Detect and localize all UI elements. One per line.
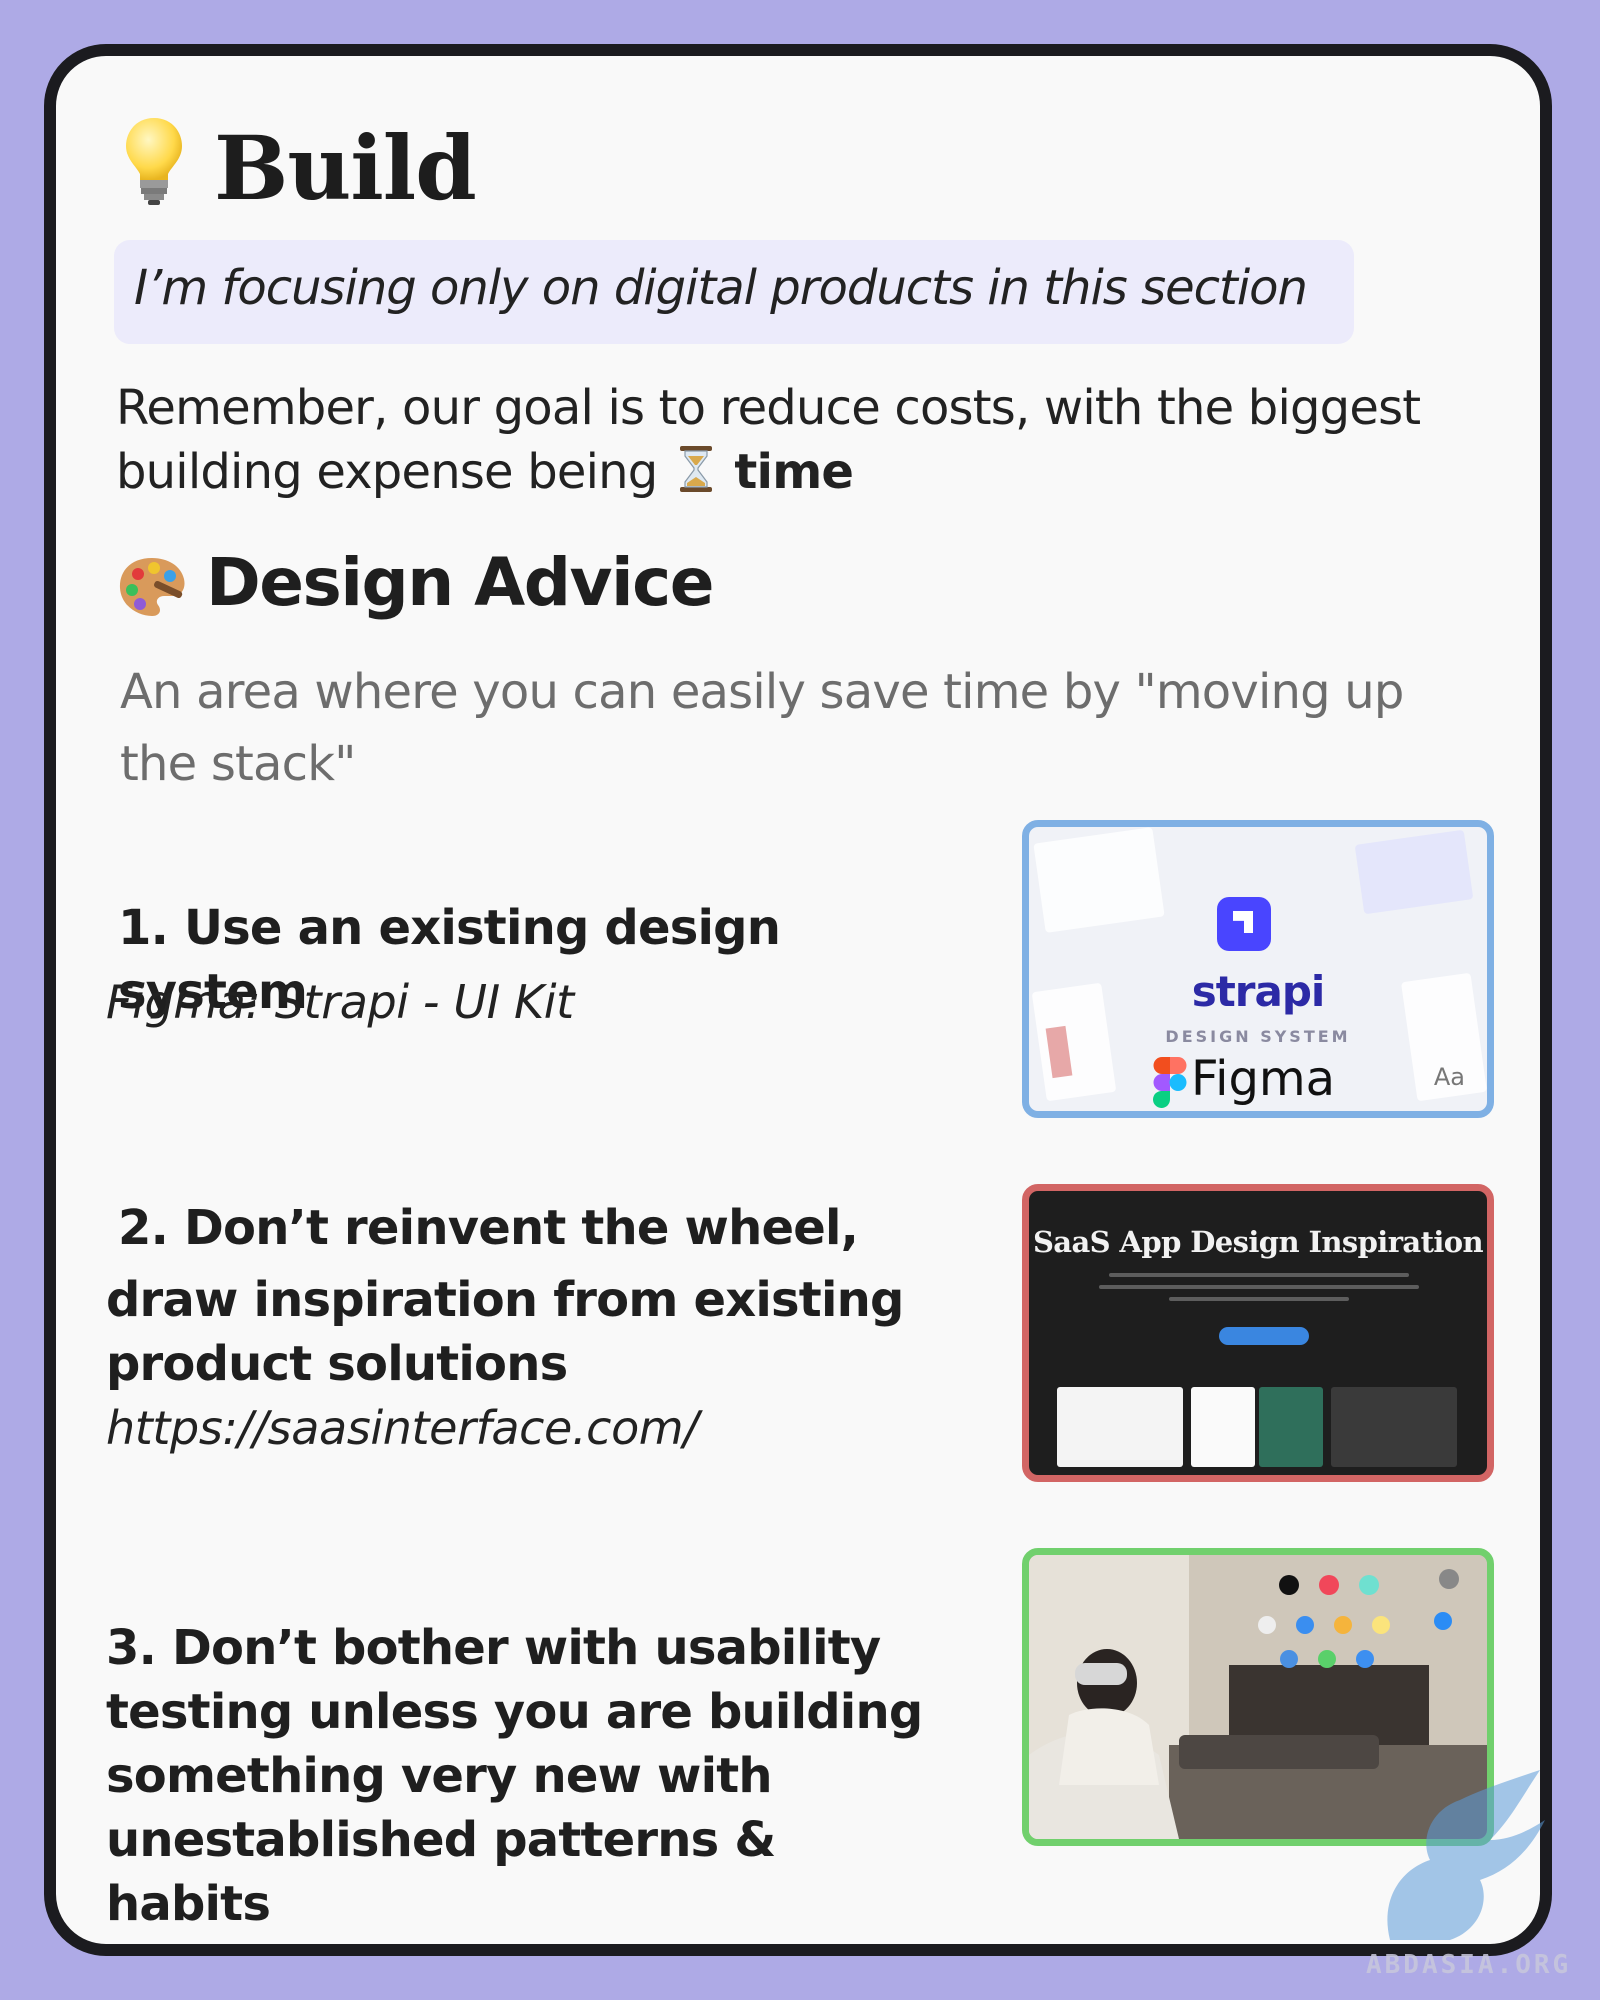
saas-screenshot [1057, 1387, 1183, 1467]
item-2-number: 2. [118, 1200, 169, 1256]
strapi-wordmark: strapi [1191, 967, 1326, 1016]
item-3-number: 3. [106, 1620, 157, 1676]
saas-interface-thumbnail[interactable]: SaaS App Design Inspiration [1022, 1184, 1494, 1482]
saas-cta-button [1219, 1327, 1309, 1345]
item-3-heading: 3. Don’t bother with usability testing u… [106, 1616, 946, 1936]
section-subtitle: An area where you can easily save time b… [120, 664, 1404, 792]
saas-screenshot [1259, 1387, 1323, 1467]
saas-screenshot [1331, 1387, 1457, 1467]
strapi-logo [1217, 897, 1271, 951]
item-1-number: 1. [118, 900, 169, 956]
page-title: Build [214, 116, 477, 220]
design-system-caption: DESIGN SYSTEM [1165, 1027, 1351, 1046]
item-2-heading: 2. Don’t reinvent the wheel, [118, 1196, 978, 1260]
intro-emphasis: time [734, 444, 854, 500]
saas-description-lines [1089, 1273, 1429, 1309]
item-3-title: Don’t bother with usability testing unle… [106, 1620, 923, 1932]
saas-screenshot [1191, 1387, 1255, 1467]
typography-sample: Aa [1433, 1063, 1465, 1091]
item-1-subtitle: Figma: Strapi - UI Kit [106, 975, 574, 1029]
figma-icon [1153, 1057, 1187, 1108]
watermark-text: ABDASIA.ORG [1366, 1950, 1572, 1980]
saas-title: SaaS App Design Inspiration [1032, 1225, 1484, 1259]
item-2-link[interactable]: https://saasinterface.com/ [106, 1396, 699, 1460]
build-card: Build I’m focusing only on digital produ… [44, 44, 1552, 1956]
griffin-watermark-icon [1387, 1770, 1545, 1940]
figma-wordmark: Figma [1191, 1051, 1336, 1107]
intro-text: Remember, our goal is to reduce costs, w… [116, 376, 1516, 504]
section-title: Design Advice [206, 544, 715, 621]
section-note: I’m focusing only on digital products in… [114, 240, 1354, 344]
item-2-heading-rest: draw inspiration from existing product s… [106, 1272, 904, 1392]
item-2-title: Don’t reinvent the wheel, [183, 1200, 859, 1256]
palette-icon [119, 558, 185, 616]
hourglass-icon [679, 446, 712, 492]
strapi-figma-thumbnail[interactable]: strapi DESIGN SYSTEM Figma Aa [1022, 820, 1494, 1118]
lightbulb-icon [126, 118, 182, 205]
